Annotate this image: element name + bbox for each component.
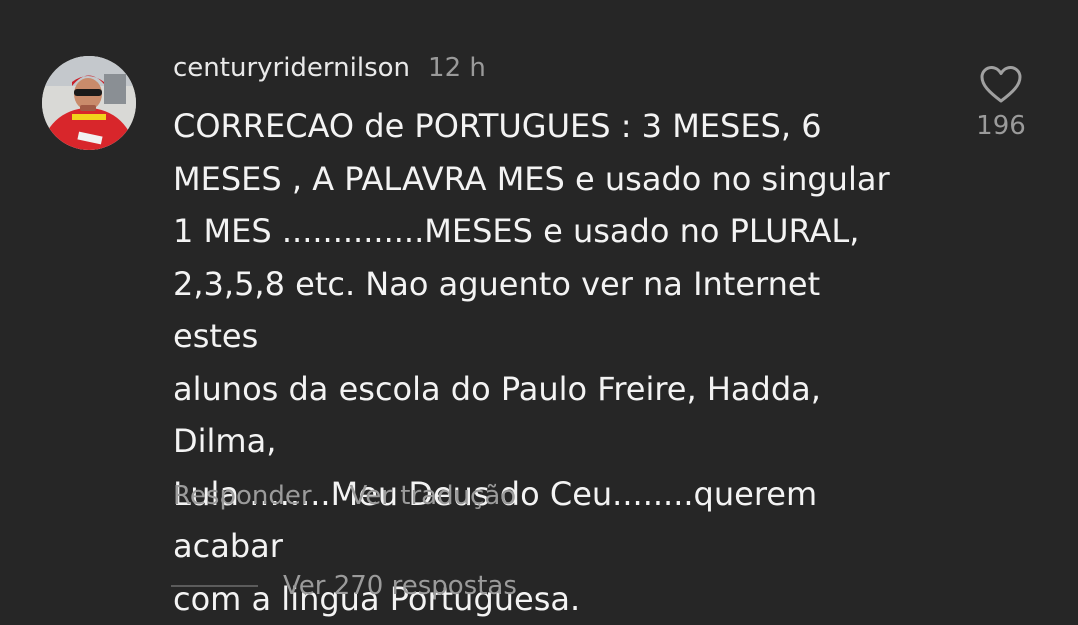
- heart-outline-icon[interactable]: [980, 66, 1022, 104]
- avatar[interactable]: [42, 56, 136, 150]
- comment-text: CORRECAO de PORTUGUES : 3 MESES, 6 MESES…: [173, 107, 890, 618]
- reply-button[interactable]: Responder: [173, 481, 312, 511]
- comment-actions: Responder Ver tradução: [173, 478, 516, 514]
- username[interactable]: centuryridernilson: [173, 53, 410, 83]
- avatar-image: [42, 56, 136, 150]
- view-replies-label: Ver 270 respostas: [283, 571, 517, 601]
- timestamp: 12 h: [428, 53, 486, 83]
- like-count: 196: [976, 111, 1026, 141]
- replies-divider: [171, 585, 258, 587]
- comment-header: centuryridernilson 12 h: [173, 50, 486, 86]
- like-control: 196: [968, 66, 1034, 142]
- view-replies-button[interactable]: Ver 270 respostas: [171, 566, 517, 606]
- see-translation-button[interactable]: Ver tradução: [350, 481, 517, 511]
